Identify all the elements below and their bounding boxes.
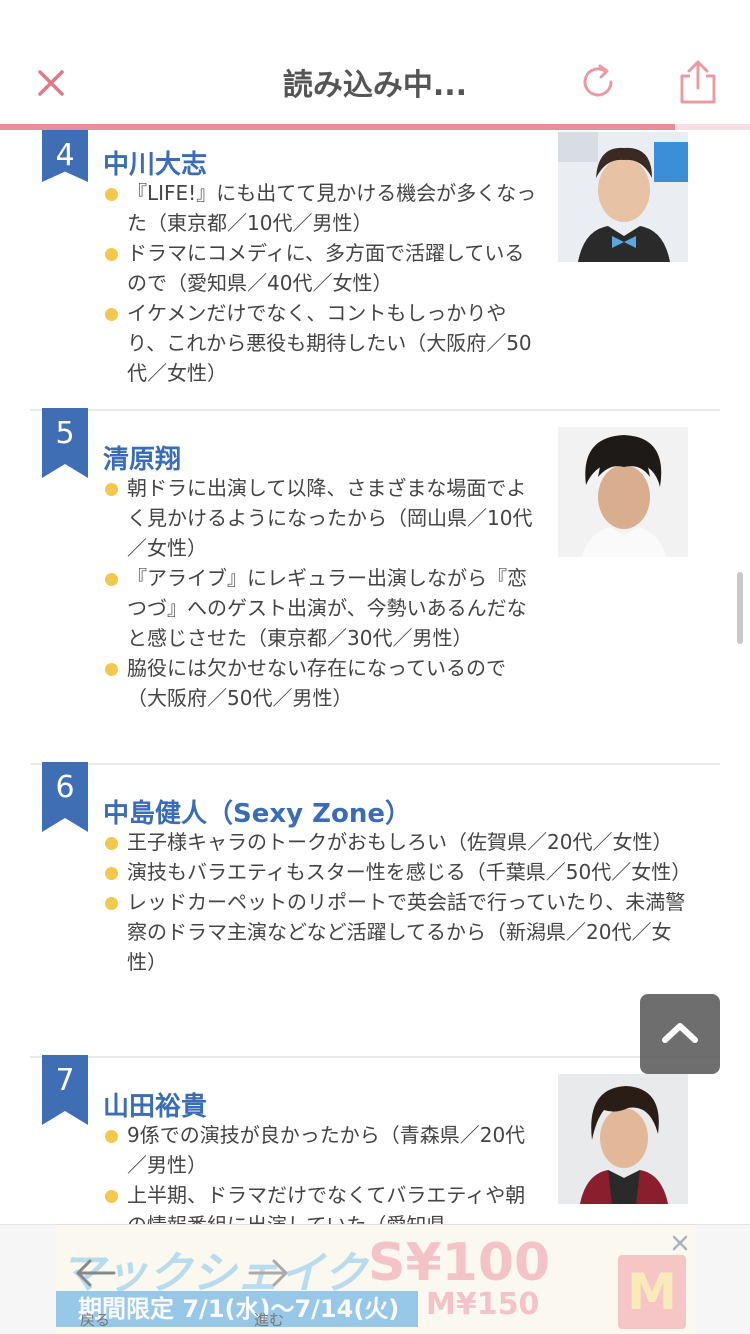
comment-item: イケメンだけでなく、コントもしっかりやり、これから悪役も期待したい（大阪府／50… bbox=[103, 298, 543, 388]
comment-list: 王子様キャラのトークがおもしろい（佐賀県／20代／女性） 演技もバラエティもスタ… bbox=[103, 827, 693, 977]
person-name[interactable]: 中川大志 bbox=[103, 144, 207, 181]
share-icon[interactable] bbox=[676, 58, 720, 106]
person-photo bbox=[558, 1074, 688, 1204]
chevron-up-icon bbox=[662, 1023, 698, 1043]
back-to-top-button[interactable] bbox=[640, 994, 720, 1074]
ranking-entry: 4 中川大志 『LIFE!』にも出てて見かける機会が多くなった（東京都／10代／… bbox=[30, 130, 720, 411]
person-photo bbox=[558, 427, 688, 557]
loading-progress-fill bbox=[0, 124, 675, 130]
comment-item: 王子様キャラのトークがおもしろい（佐賀県／20代／女性） bbox=[103, 827, 693, 857]
comment-item: 『LIFE!』にも出てて見かける機会が多くなった（東京都／10代／男性） bbox=[103, 178, 543, 238]
rank-ribbon: 5 bbox=[42, 408, 88, 478]
loading-progress-bar bbox=[0, 124, 750, 130]
comment-list: 『LIFE!』にも出てて見かける機会が多くなった（東京都／10代／男性） ドラマ… bbox=[103, 178, 543, 388]
ad-close-icon[interactable] bbox=[668, 1231, 692, 1255]
comment-list: 朝ドラに出演して以降、さまざまな場面でよく見かけるようになったから（岡山県／10… bbox=[103, 473, 543, 713]
person-photo bbox=[558, 132, 688, 262]
rank-ribbon: 4 bbox=[42, 130, 88, 182]
scrollbar-thumb[interactable] bbox=[737, 572, 743, 644]
ad-logo: M bbox=[618, 1255, 686, 1329]
comment-item: レッドカーペットのリポートで英会話で行っていたり、未満警察のドラマ主演などなど活… bbox=[103, 887, 693, 977]
comment-item: 朝ドラに出演して以降、さまざまな場面でよく見かけるようになったから（岡山県／10… bbox=[103, 473, 543, 563]
forward-button[interactable]: 進む bbox=[234, 1239, 304, 1329]
ranking-entry: 7 山田裕貴 9係での演技が良かったから（青森県／20代／男性） 上半期、ドラマ… bbox=[30, 1055, 720, 1224]
ad-banner[interactable]: マックシェイク S¥100 期間限定 7/1(水)～7/14(火) M¥150 … bbox=[56, 1225, 696, 1334]
bottom-toolbar: マックシェイク S¥100 期間限定 7/1(水)～7/14(火) M¥150 … bbox=[0, 1224, 750, 1334]
reload-icon[interactable] bbox=[576, 60, 620, 104]
page-title: 読み込み中... bbox=[282, 68, 468, 103]
rank-ribbon: 7 bbox=[42, 1055, 88, 1125]
person-name[interactable]: 中島健人（Sexy Zone） bbox=[103, 793, 411, 830]
ad-price-small: S¥100 bbox=[368, 1233, 551, 1293]
person-name[interactable]: 清原翔 bbox=[103, 439, 181, 476]
comment-item: 上半期、ドラマだけでなくてバラエティや朝の情報番組に出演していた（愛知県 bbox=[103, 1180, 543, 1224]
comment-item: 脇役には欠かせない存在になっているので（大阪府／50代／男性） bbox=[103, 653, 543, 713]
ranking-entry: 6 中島健人（Sexy Zone） 王子様キャラのトークがおもしろい（佐賀県／2… bbox=[30, 762, 720, 1058]
back-label: 戻る bbox=[79, 1311, 110, 1329]
article-content[interactable]: 4 中川大志 『LIFE!』にも出てて見かける機会が多くなった（東京都／10代／… bbox=[0, 130, 750, 1224]
comment-item: 『アライブ』にレギュラー出演しながら『恋つづ』へのゲスト出演が、今勢いあるんだな… bbox=[103, 563, 543, 653]
ad-price-medium: M¥150 bbox=[426, 1287, 540, 1322]
rank-ribbon: 6 bbox=[42, 762, 88, 832]
forward-label: 進む bbox=[253, 1311, 284, 1329]
back-arrow-icon bbox=[76, 1259, 116, 1287]
comment-list: 9係での演技が良かったから（青森県／20代／男性） 上半期、ドラマだけでなくてバ… bbox=[103, 1120, 543, 1224]
back-button[interactable]: 戻る bbox=[60, 1239, 130, 1329]
browser-header: 読み込み中... bbox=[0, 0, 750, 130]
comment-item: 9係での演技が良かったから（青森県／20代／男性） bbox=[103, 1120, 543, 1180]
comment-item: 演技もバラエティもスター性を感じる（千葉県／50代／女性） bbox=[103, 857, 693, 887]
ranking-entry: 5 清原翔 朝ドラに出演して以降、さまざまな場面でよく見かけるようになったから（… bbox=[30, 408, 720, 765]
comment-item: ドラマにコメディに、多方面で活躍しているので（愛知県／40代／女性） bbox=[103, 238, 543, 298]
person-name[interactable]: 山田裕貴 bbox=[103, 1086, 207, 1123]
forward-arrow-icon bbox=[248, 1259, 288, 1287]
